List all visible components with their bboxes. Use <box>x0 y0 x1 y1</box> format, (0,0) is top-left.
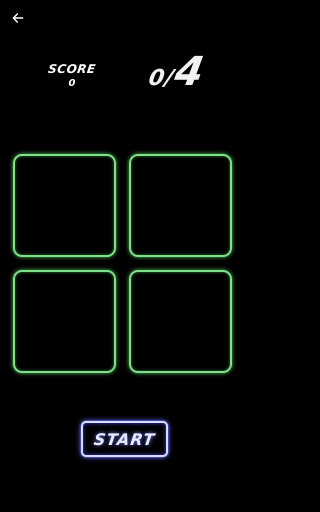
start-button-label: START <box>92 429 157 449</box>
start-button[interactable]: START <box>81 421 168 457</box>
tile-bottom-right[interactable] <box>129 270 232 373</box>
score-display: SCORE 0 <box>44 62 100 89</box>
tile-bottom-left[interactable] <box>13 270 116 373</box>
score-value: 0 <box>68 78 76 89</box>
arrow-left-icon <box>12 13 24 23</box>
tile-grid <box>13 154 236 377</box>
tile-top-right[interactable] <box>129 154 232 257</box>
tile-top-left[interactable] <box>13 154 116 257</box>
score-label: SCORE <box>47 62 97 76</box>
progress-counter: 0 / 4 <box>132 49 220 100</box>
progress-total: 4 <box>171 49 208 95</box>
back-button[interactable] <box>8 8 28 28</box>
